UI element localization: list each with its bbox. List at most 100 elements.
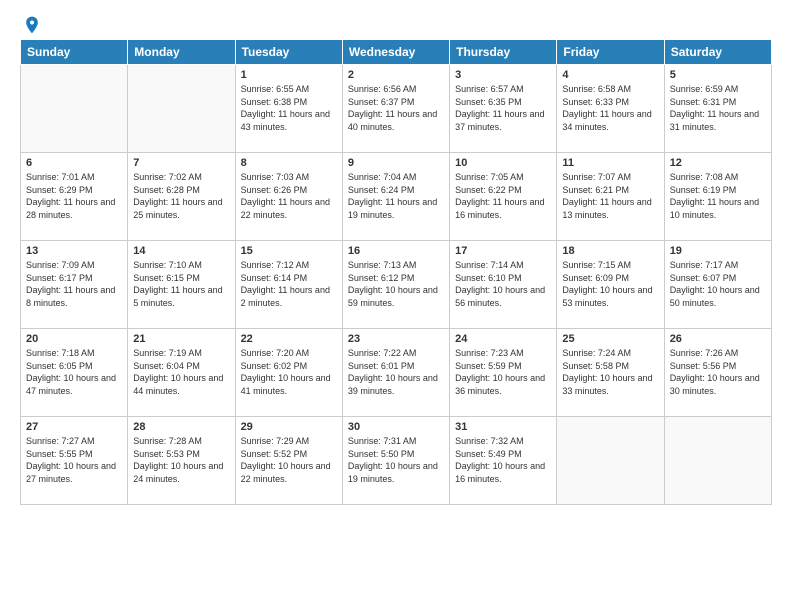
cell-content: Sunrise: 7:32 AM Sunset: 5:49 PM Dayligh… xyxy=(455,435,551,485)
cell-content: Sunrise: 7:27 AM Sunset: 5:55 PM Dayligh… xyxy=(26,435,122,485)
day-number: 7 xyxy=(133,157,229,169)
calendar-body: 1 Sunrise: 6:55 AM Sunset: 6:38 PM Daylig… xyxy=(21,65,772,505)
cell-content: Sunrise: 7:07 AM Sunset: 6:21 PM Dayligh… xyxy=(562,171,658,221)
cell-content: Sunrise: 7:18 AM Sunset: 6:05 PM Dayligh… xyxy=(26,347,122,397)
calendar-cell: 22 Sunrise: 7:20 AM Sunset: 6:02 PM Dayli… xyxy=(235,329,342,417)
calendar: SundayMondayTuesdayWednesdayThursdayFrid… xyxy=(20,39,772,505)
calendar-cell: 5 Sunrise: 6:59 AM Sunset: 6:31 PM Daylig… xyxy=(664,65,771,153)
calendar-cell: 24 Sunrise: 7:23 AM Sunset: 5:59 PM Dayli… xyxy=(450,329,557,417)
week-row-2: 6 Sunrise: 7:01 AM Sunset: 6:29 PM Daylig… xyxy=(21,153,772,241)
cell-content: Sunrise: 7:23 AM Sunset: 5:59 PM Dayligh… xyxy=(455,347,551,397)
calendar-cell: 17 Sunrise: 7:14 AM Sunset: 6:10 PM Dayli… xyxy=(450,241,557,329)
calendar-cell: 21 Sunrise: 7:19 AM Sunset: 6:04 PM Dayli… xyxy=(128,329,235,417)
day-number: 4 xyxy=(562,69,658,81)
day-number: 21 xyxy=(133,333,229,345)
calendar-cell: 3Sunrise: 6:57 AM Sunset: 6:35 PM Daylig… xyxy=(450,65,557,153)
calendar-cell: 7 Sunrise: 7:02 AM Sunset: 6:28 PM Daylig… xyxy=(128,153,235,241)
cell-content: Sunrise: 7:02 AM Sunset: 6:28 PM Dayligh… xyxy=(133,171,229,221)
cell-content: Sunrise: 7:31 AM Sunset: 5:50 PM Dayligh… xyxy=(348,435,444,485)
calendar-header-row: SundayMondayTuesdayWednesdayThursdayFrid… xyxy=(21,40,772,65)
day-number: 22 xyxy=(241,333,337,345)
cell-content: Sunrise: 7:05 AM Sunset: 6:22 PM Dayligh… xyxy=(455,171,551,221)
cell-content: Sunrise: 7:20 AM Sunset: 6:02 PM Dayligh… xyxy=(241,347,337,397)
day-number: 23 xyxy=(348,333,444,345)
calendar-cell: 15 Sunrise: 7:12 AM Sunset: 6:14 PM Dayli… xyxy=(235,241,342,329)
cell-content: Sunrise: 7:04 AM Sunset: 6:24 PM Dayligh… xyxy=(348,171,444,221)
calendar-cell: 16 Sunrise: 7:13 AM Sunset: 6:12 PM Dayli… xyxy=(342,241,449,329)
day-number: 30 xyxy=(348,421,444,433)
day-number: 6 xyxy=(26,157,122,169)
calendar-cell: 10 Sunrise: 7:05 AM Sunset: 6:22 PM Dayli… xyxy=(450,153,557,241)
calendar-cell: 30 Sunrise: 7:31 AM Sunset: 5:50 PM Dayli… xyxy=(342,417,449,505)
cell-content: Sunrise: 7:29 AM Sunset: 5:52 PM Dayligh… xyxy=(241,435,337,485)
day-number: 20 xyxy=(26,333,122,345)
day-header-friday: Friday xyxy=(557,40,664,65)
day-header-tuesday: Tuesday xyxy=(235,40,342,65)
day-header-monday: Monday xyxy=(128,40,235,65)
day-header-sunday: Sunday xyxy=(21,40,128,65)
calendar-cell: 20 Sunrise: 7:18 AM Sunset: 6:05 PM Dayli… xyxy=(21,329,128,417)
calendar-cell: 29 Sunrise: 7:29 AM Sunset: 5:52 PM Dayli… xyxy=(235,417,342,505)
cell-content: Sunrise: 7:19 AM Sunset: 6:04 PM Dayligh… xyxy=(133,347,229,397)
cell-content: Sunrise: 7:26 AM Sunset: 5:56 PM Dayligh… xyxy=(670,347,766,397)
cell-content: Sunrise: 6:55 AM Sunset: 6:38 PM Dayligh… xyxy=(241,83,337,133)
logo-text xyxy=(20,15,42,35)
week-row-3: 13Sunrise: 7:09 AM Sunset: 6:17 PM Dayli… xyxy=(21,241,772,329)
day-number: 18 xyxy=(562,245,658,257)
cell-content: Sunrise: 7:03 AM Sunset: 6:26 PM Dayligh… xyxy=(241,171,337,221)
calendar-cell: 1 Sunrise: 6:55 AM Sunset: 6:38 PM Daylig… xyxy=(235,65,342,153)
calendar-cell: 13Sunrise: 7:09 AM Sunset: 6:17 PM Dayli… xyxy=(21,241,128,329)
day-number: 9 xyxy=(348,157,444,169)
calendar-cell: 31Sunrise: 7:32 AM Sunset: 5:49 PM Dayli… xyxy=(450,417,557,505)
calendar-cell: 6 Sunrise: 7:01 AM Sunset: 6:29 PM Daylig… xyxy=(21,153,128,241)
cell-content: Sunrise: 7:10 AM Sunset: 6:15 PM Dayligh… xyxy=(133,259,229,309)
calendar-cell: 8 Sunrise: 7:03 AM Sunset: 6:26 PM Daylig… xyxy=(235,153,342,241)
calendar-cell: 28 Sunrise: 7:28 AM Sunset: 5:53 PM Dayli… xyxy=(128,417,235,505)
day-number: 15 xyxy=(241,245,337,257)
calendar-cell xyxy=(664,417,771,505)
cell-content: Sunrise: 7:17 AM Sunset: 6:07 PM Dayligh… xyxy=(670,259,766,309)
day-number: 27 xyxy=(26,421,122,433)
day-number: 29 xyxy=(241,421,337,433)
day-header-saturday: Saturday xyxy=(664,40,771,65)
calendar-cell: 11 Sunrise: 7:07 AM Sunset: 6:21 PM Dayli… xyxy=(557,153,664,241)
page: SundayMondayTuesdayWednesdayThursdayFrid… xyxy=(0,0,792,612)
calendar-cell: 19 Sunrise: 7:17 AM Sunset: 6:07 PM Dayli… xyxy=(664,241,771,329)
cell-content: Sunrise: 7:14 AM Sunset: 6:10 PM Dayligh… xyxy=(455,259,551,309)
day-number: 1 xyxy=(241,69,337,81)
header xyxy=(20,15,772,31)
day-number: 10 xyxy=(455,157,551,169)
day-number: 16 xyxy=(348,245,444,257)
cell-content: Sunrise: 7:28 AM Sunset: 5:53 PM Dayligh… xyxy=(133,435,229,485)
calendar-cell: 23 Sunrise: 7:22 AM Sunset: 6:01 PM Dayli… xyxy=(342,329,449,417)
day-number: 11 xyxy=(562,157,658,169)
day-number: 8 xyxy=(241,157,337,169)
cell-content: Sunrise: 7:15 AM Sunset: 6:09 PM Dayligh… xyxy=(562,259,658,309)
cell-content: Sunrise: 7:13 AM Sunset: 6:12 PM Dayligh… xyxy=(348,259,444,309)
logo xyxy=(20,15,42,31)
week-row-4: 20 Sunrise: 7:18 AM Sunset: 6:05 PM Dayli… xyxy=(21,329,772,417)
cell-content: Sunrise: 7:01 AM Sunset: 6:29 PM Dayligh… xyxy=(26,171,122,221)
calendar-cell: 14Sunrise: 7:10 AM Sunset: 6:15 PM Dayli… xyxy=(128,241,235,329)
cell-content: Sunrise: 6:57 AM Sunset: 6:35 PM Dayligh… xyxy=(455,83,551,133)
day-number: 5 xyxy=(670,69,766,81)
day-number: 13 xyxy=(26,245,122,257)
cell-content: Sunrise: 6:56 AM Sunset: 6:37 PM Dayligh… xyxy=(348,83,444,133)
calendar-cell: 2Sunrise: 6:56 AM Sunset: 6:37 PM Daylig… xyxy=(342,65,449,153)
day-number: 25 xyxy=(562,333,658,345)
calendar-cell xyxy=(21,65,128,153)
cell-content: Sunrise: 7:24 AM Sunset: 5:58 PM Dayligh… xyxy=(562,347,658,397)
cell-content: Sunrise: 7:22 AM Sunset: 6:01 PM Dayligh… xyxy=(348,347,444,397)
cell-content: Sunrise: 6:59 AM Sunset: 6:31 PM Dayligh… xyxy=(670,83,766,133)
cell-content: Sunrise: 7:12 AM Sunset: 6:14 PM Dayligh… xyxy=(241,259,337,309)
cell-content: Sunrise: 7:08 AM Sunset: 6:19 PM Dayligh… xyxy=(670,171,766,221)
week-row-1: 1 Sunrise: 6:55 AM Sunset: 6:38 PM Daylig… xyxy=(21,65,772,153)
day-number: 17 xyxy=(455,245,551,257)
calendar-cell: 25 Sunrise: 7:24 AM Sunset: 5:58 PM Dayli… xyxy=(557,329,664,417)
day-number: 24 xyxy=(455,333,551,345)
cell-content: Sunrise: 6:58 AM Sunset: 6:33 PM Dayligh… xyxy=(562,83,658,133)
day-number: 19 xyxy=(670,245,766,257)
day-header-thursday: Thursday xyxy=(450,40,557,65)
day-number: 28 xyxy=(133,421,229,433)
calendar-cell: 27 Sunrise: 7:27 AM Sunset: 5:55 PM Dayli… xyxy=(21,417,128,505)
